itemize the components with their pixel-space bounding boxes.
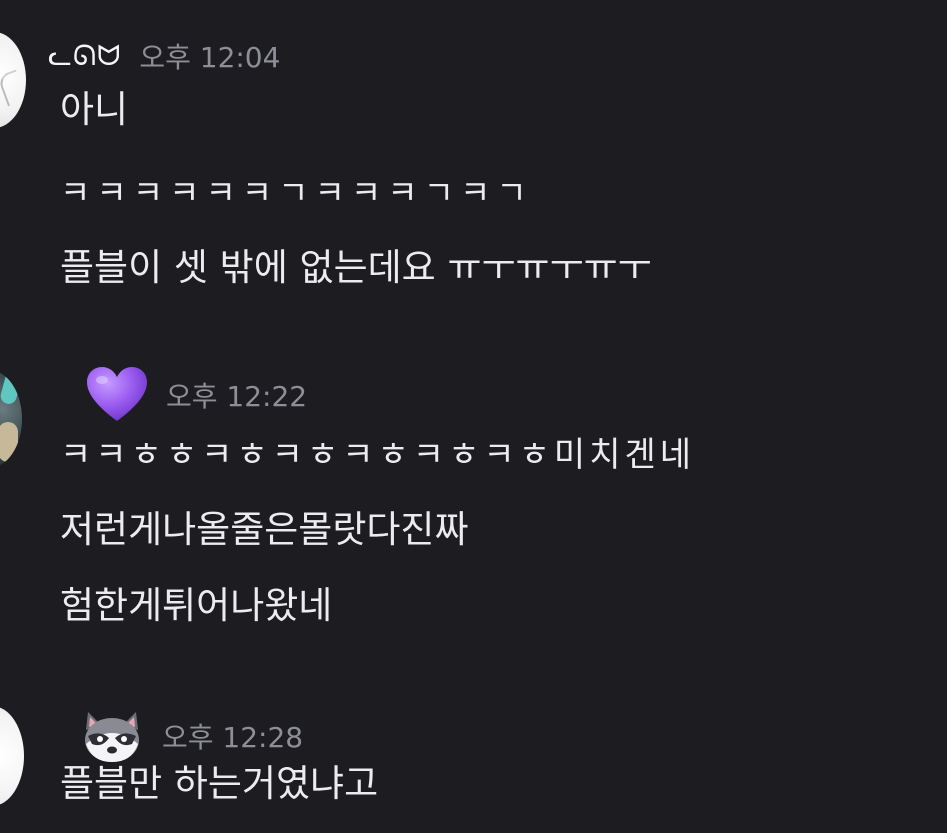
avatar-hair-detail bbox=[0, 376, 22, 406]
username[interactable]: ᓚᘏᗢ bbox=[48, 39, 121, 73]
timestamp: 오후 12:22 bbox=[166, 380, 308, 413]
message-text: 플블이 셋 밖에 없는데요 ㅠㅜㅠㅜㅠㅜ bbox=[60, 246, 652, 289]
raccoon-face-icon[interactable] bbox=[80, 708, 144, 764]
message-header: ᓚᘏᗢ 오후 12:04 bbox=[48, 36, 280, 76]
message-header: 오후 12:28 bbox=[80, 708, 303, 764]
user-avatar[interactable] bbox=[0, 32, 26, 128]
message-text: 아니 bbox=[60, 88, 129, 131]
message-text: ㅋㅋㅎㅎㅋㅎㅋㅎㅋㅎㅋㅎㅋㅎ미치겐네 bbox=[60, 435, 696, 475]
message-text: ㅋㅋㅋㅋㅋㅋㄱㅋㅋㅋㄱㅋㄱ bbox=[60, 173, 533, 212]
timestamp: 오후 12:04 bbox=[139, 41, 281, 74]
message-text: 저런게나올줄은몰랏다진짜 bbox=[60, 508, 469, 551]
message-text: 험한게튀어나왔네 bbox=[60, 584, 333, 627]
avatar-face-detail bbox=[0, 422, 18, 462]
message-text: 플블만 하는거였냐고 bbox=[60, 762, 379, 805]
purple-heart-icon[interactable] bbox=[86, 366, 148, 424]
user-avatar[interactable] bbox=[0, 370, 22, 468]
message-header: 오후 12:22 bbox=[86, 366, 307, 424]
timestamp: 오후 12:28 bbox=[162, 721, 304, 754]
user-avatar[interactable] bbox=[0, 706, 24, 806]
avatar-sketch-detail bbox=[0, 69, 26, 107]
